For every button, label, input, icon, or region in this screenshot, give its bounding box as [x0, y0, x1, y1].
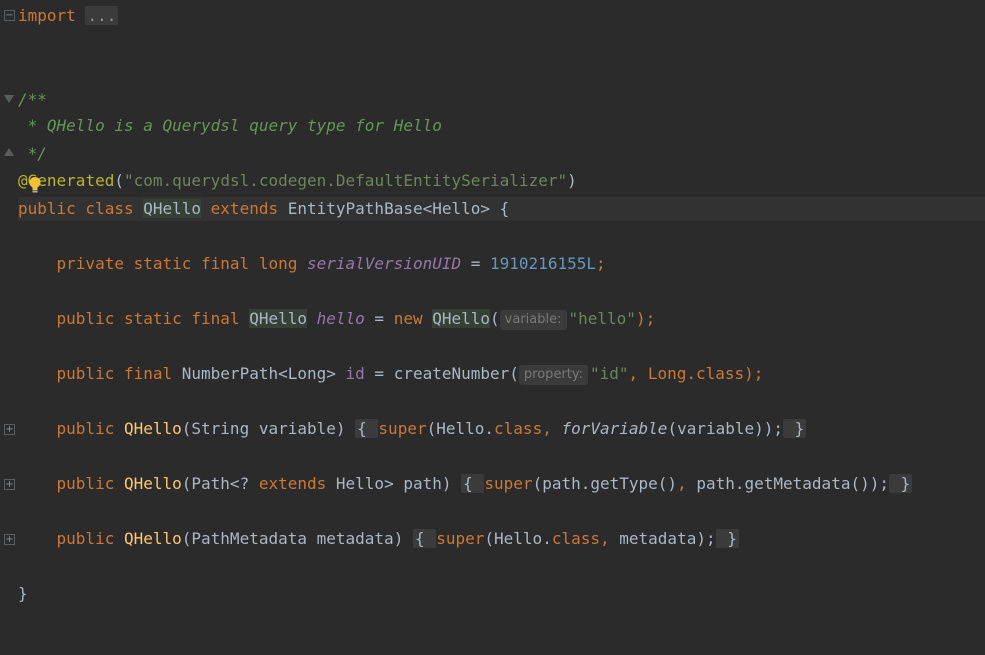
fold-toggle-icon[interactable]: +	[4, 424, 15, 435]
string-literal: "id"	[590, 364, 629, 383]
method-call: forVariable	[561, 419, 668, 438]
parameter-list: (String variable)	[181, 419, 356, 438]
code-text: =	[364, 309, 394, 328]
code-line-annotation[interactable]: @Generated("com.querydsl.codegen.Default…	[18, 169, 985, 193]
fold-toggle-icon[interactable]: +	[4, 479, 15, 490]
constructor-name: QHello	[123, 529, 182, 548]
folded-body-open[interactable]: {	[355, 419, 379, 438]
comment: * QHello is a Querydsl query type for He…	[18, 116, 442, 135]
folded-body-open[interactable]: {	[461, 474, 485, 493]
code-text: metadata);	[619, 529, 716, 548]
code-line-field-hello[interactable]: public static final QHello hello = new Q…	[18, 307, 985, 331]
semicolon: ;	[595, 254, 606, 273]
parameter-list: Hello> path)	[326, 474, 462, 493]
class-name-highlighted: QHello	[143, 199, 202, 218]
code-text: EntityPathBase<Hello> {	[287, 199, 510, 218]
parameter-hint: property:	[518, 365, 589, 385]
static-field: serialVersionUID	[306, 254, 462, 273]
string-literal: "com.querydsl.codegen.DefaultEntitySeria…	[123, 171, 568, 190]
keyword: super	[484, 474, 533, 493]
comma: ,	[677, 474, 697, 493]
class-name-highlighted: QHello	[249, 309, 307, 328]
keyword: public	[56, 419, 124, 438]
comment: /**	[18, 90, 47, 109]
folded-body-close[interactable]: }	[888, 474, 913, 493]
keyword: private static final long	[56, 254, 307, 273]
punctuation: (	[114, 171, 124, 190]
keyword: class	[695, 364, 745, 383]
code-line-import[interactable]: import ...	[18, 4, 985, 28]
code-editor[interactable]: − + + + import ... /** * QHello is a Que…	[0, 0, 985, 655]
code-line-comment[interactable]: /**	[18, 88, 985, 112]
keyword: super	[436, 529, 485, 548]
lightbulb-icon[interactable]	[28, 176, 42, 194]
code-line-constructor-variable[interactable]: public QHello(String variable) { super(H…	[18, 417, 985, 441]
code-line-field-id[interactable]: public final NumberPath<Long> id = creat…	[18, 362, 985, 386]
code-text: =	[461, 254, 491, 273]
constructor-name: QHello	[123, 419, 182, 438]
annotation-at: @	[18, 171, 28, 190]
fold-comment-end-icon[interactable]	[4, 148, 14, 156]
class-name-highlighted: QHello	[432, 309, 491, 328]
keyword: public	[56, 474, 124, 493]
comment: */	[18, 144, 47, 163]
code-text: (Hello.	[426, 419, 495, 438]
code-text: path.getMetadata());	[696, 474, 889, 493]
code-text: (variable));	[667, 419, 784, 438]
code-line-comment[interactable]: * QHello is a Querydsl query type for He…	[18, 114, 985, 138]
folded-body-close[interactable]: }	[783, 419, 807, 438]
keyword: import	[18, 6, 76, 25]
comma: , Long.	[628, 364, 696, 383]
comma: ,	[542, 419, 562, 438]
keyword: public final	[56, 364, 182, 383]
keyword: public	[56, 529, 124, 548]
code-line-class-declaration[interactable]: public class QHello extends EntityPathBa…	[18, 197, 985, 221]
keyword: public class	[18, 199, 144, 218]
code-text: (path.getType()	[532, 474, 678, 493]
type-name: NumberPath<Long>	[181, 364, 346, 383]
parameter-list: (Path<?	[181, 474, 259, 493]
keyword: class	[494, 419, 543, 438]
keyword: public static final	[56, 309, 250, 328]
instance-field: id	[345, 364, 365, 383]
constructor-name: QHello	[123, 474, 182, 493]
closing-brace: }	[18, 584, 28, 603]
fold-toggle-icon[interactable]: +	[4, 534, 15, 545]
code-line-constructor-path[interactable]: public QHello(Path<? extends Hello> path…	[18, 472, 985, 496]
string-literal: "hello"	[568, 309, 636, 328]
punctuation: );	[635, 309, 656, 328]
code-line-comment[interactable]: */	[18, 142, 985, 166]
punctuation: (	[490, 309, 500, 328]
parameter-list: (PathMetadata metadata)	[181, 529, 413, 548]
code-line-closing-brace[interactable]: }	[18, 582, 985, 606]
fold-toggle-icon[interactable]: −	[4, 10, 15, 21]
fold-comment-start-icon[interactable]	[4, 95, 14, 103]
keyword: class	[551, 529, 600, 548]
code-line-constructor-metadata[interactable]: public QHello(PathMetadata metadata) { s…	[18, 527, 985, 551]
code-text: = createNumber(	[364, 364, 519, 383]
comma: ,	[600, 529, 620, 548]
keyword: extends	[201, 199, 288, 218]
folded-body-open[interactable]: {	[412, 529, 437, 548]
punctuation: );	[744, 364, 764, 383]
keyword: extends	[258, 474, 327, 493]
collapsed-imports[interactable]: ...	[85, 6, 119, 25]
punctuation: )	[567, 171, 577, 190]
code-line-field-serial[interactable]: private static final long serialVersionU…	[18, 252, 985, 276]
parameter-hint: variable:	[499, 310, 567, 330]
keyword: new	[393, 309, 433, 328]
number-literal: 1910216155L	[490, 254, 596, 273]
keyword: super	[378, 419, 427, 438]
folded-body-close[interactable]: }	[715, 529, 739, 548]
code-text: (Hello.	[484, 529, 552, 548]
static-field: hello	[316, 309, 365, 328]
